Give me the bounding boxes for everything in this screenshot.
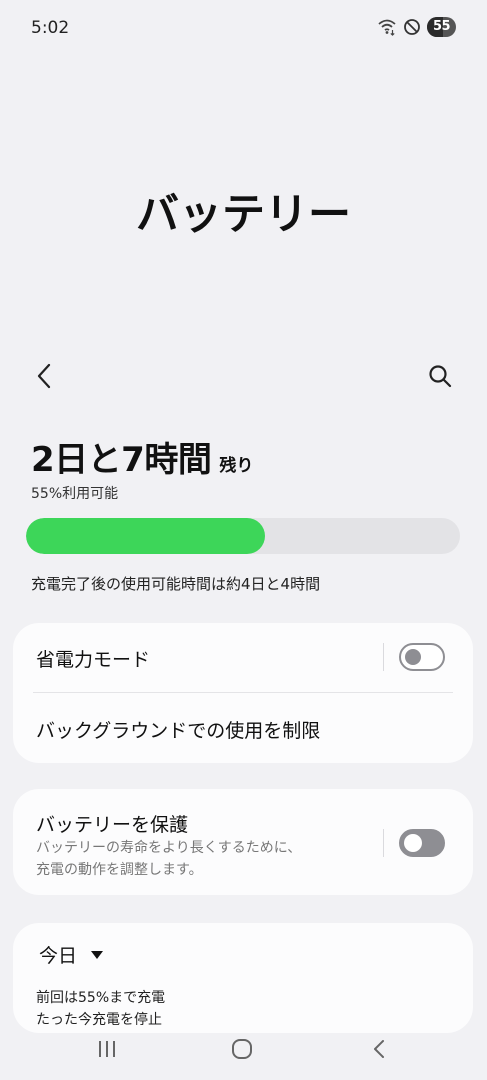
- protect-battery-description-2: 充電の動作を調整します。: [36, 862, 203, 878]
- remaining-time-block: 2日と7時間 残り: [31, 432, 253, 481]
- background-limit-item[interactable]: バックグラウンドでの使用を制限: [36, 716, 320, 743]
- caret-down-icon: [91, 950, 104, 959]
- power-saving-label[interactable]: 省電力モード: [36, 645, 150, 672]
- back-button[interactable]: [33, 362, 57, 390]
- protect-battery-description-1: バッテリーの寿命をより長くするために、: [36, 840, 302, 856]
- period-label: 今日: [39, 945, 78, 967]
- home-icon[interactable]: [231, 1038, 253, 1064]
- navigation-bar: [0, 1020, 487, 1080]
- battery-level-text: 55: [432, 19, 451, 34]
- divider: [33, 692, 453, 693]
- settings-card-protect: バッテリーを保護 バッテリーの寿命をより長くするために、 充電の動作を調整します…: [13, 789, 473, 895]
- search-icon: [429, 365, 452, 388]
- available-percent: 55%利用可能: [31, 486, 119, 502]
- recent-apps-icon[interactable]: [96, 1038, 118, 1064]
- remaining-suffix: 残り: [219, 456, 254, 476]
- protect-battery-toggle[interactable]: [399, 829, 445, 857]
- period-dropdown[interactable]: 今日: [39, 941, 104, 968]
- back-icon[interactable]: [368, 1038, 390, 1064]
- divider: [383, 643, 384, 671]
- battery-icon: 55: [427, 17, 456, 37]
- page-title: バッテリー: [136, 190, 351, 240]
- protect-battery-label[interactable]: バッテリーを保護: [36, 810, 188, 837]
- remaining-time: 2日と7時間: [31, 440, 212, 480]
- wifi-icon: [377, 18, 397, 36]
- power-saving-toggle[interactable]: [399, 643, 445, 671]
- full-charge-estimate: 充電完了後の使用可能時間は約4日と4時間: [31, 575, 321, 593]
- chevron-left-icon: [37, 363, 51, 389]
- status-icons: 55: [377, 17, 456, 37]
- divider: [383, 829, 384, 857]
- search-button[interactable]: [427, 363, 453, 389]
- status-time: 5:02: [31, 18, 70, 38]
- do-not-disturb-icon: [403, 18, 421, 36]
- settings-card-power: 省電力モード バックグラウンドでの使用を制限: [13, 623, 473, 763]
- last-charge-text: 前回は55%まで充電: [36, 990, 166, 1006]
- status-bar: 5:02 55: [0, 0, 487, 56]
- battery-level-fill: [26, 518, 265, 554]
- usage-card: 今日 前回は55%まで充電 たった今充電を停止: [13, 923, 473, 1033]
- battery-level-bar: [26, 518, 460, 554]
